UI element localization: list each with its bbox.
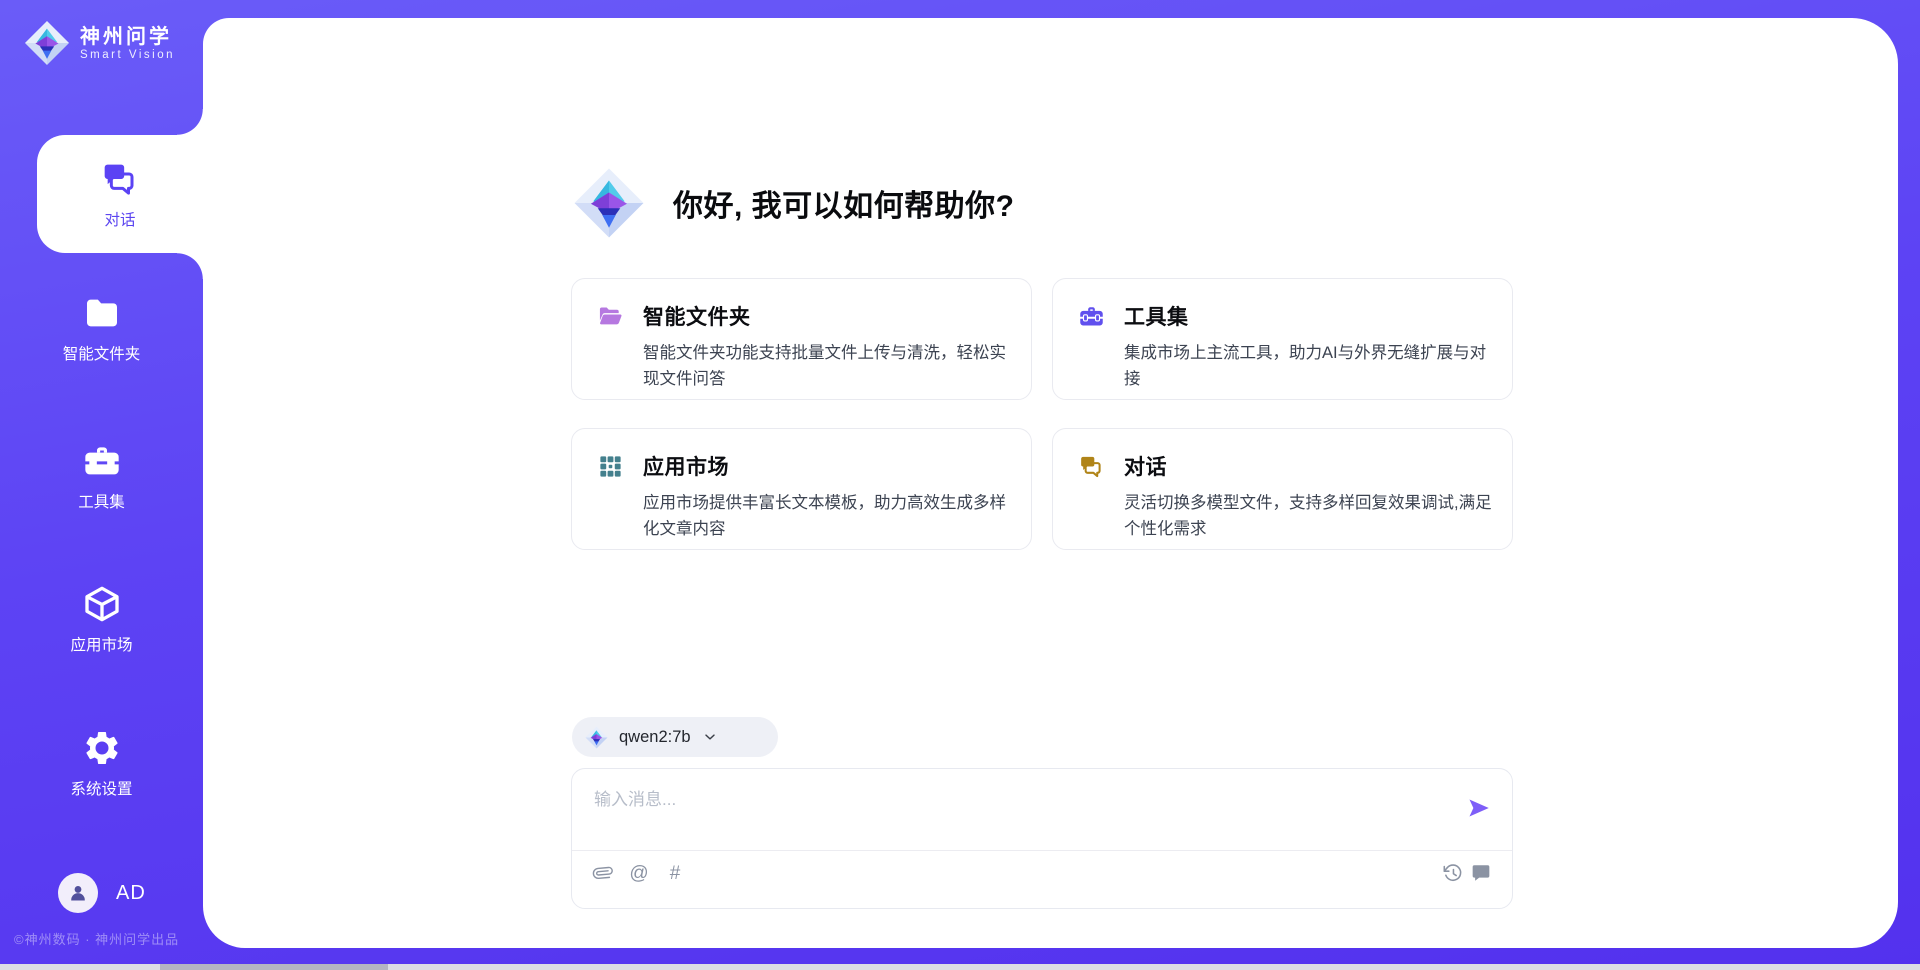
history-icon[interactable] (1442, 862, 1464, 884)
brand-name: 神州问学 (80, 26, 175, 49)
brand-logo-diamond-icon (24, 20, 70, 66)
chat-icon (1078, 453, 1105, 480)
card-chat[interactable]: 对话 灵活切换多模型文件，支持多样回复效果调试,满足个性化需求 (1052, 428, 1513, 550)
content-panel: 你好, 我可以如何帮助你? 智能文件夹 智能文件夹功能支持批量文件上传与清洗，轻… (203, 18, 1898, 948)
card-app-market[interactable]: 应用市场 应用市场提供丰富长文本模板，助力高效生成多样化文章内容 (571, 428, 1032, 550)
feature-cards: 智能文件夹 智能文件夹功能支持批量文件上传与清洗，轻松实现文件问答 工具集 集成… (571, 278, 1513, 550)
card-description: 应用市场提供丰富长文本模板，助力高效生成多样化文章内容 (643, 490, 1011, 542)
sidebar-item-label: 智能文件夹 (63, 342, 141, 364)
sidebar-item-label: 系统设置 (70, 777, 132, 799)
greeting-logo-diamond-icon (573, 166, 645, 240)
folder-icon (82, 293, 122, 333)
card-title: 工具集 (1124, 301, 1492, 331)
card-title: 智能文件夹 (643, 301, 1011, 331)
card-title: 对话 (1124, 451, 1492, 481)
sidebar-item-settings[interactable]: 系统设置 (0, 728, 203, 799)
model-name: qwen2:7b (619, 728, 691, 747)
sidebar-item-smart-folder[interactable]: 智能文件夹 (0, 293, 203, 364)
avatar (58, 873, 98, 913)
hashtag-icon[interactable]: # (664, 862, 686, 884)
card-description: 集成市场上主流工具，助力AI与外界无缝扩展与对接 (1124, 340, 1492, 392)
person-icon (67, 882, 89, 904)
card-description: 智能文件夹功能支持批量文件上传与清洗，轻松实现文件问答 (643, 340, 1011, 392)
composer-toolbar: @ # (592, 862, 1492, 884)
cube-icon (82, 584, 122, 624)
copyright-footer: ©神州数码 · 神州问学出品 (14, 929, 179, 948)
card-description: 灵活切换多模型文件，支持多样回复效果调试,满足个性化需求 (1124, 490, 1492, 542)
message-square-icon[interactable] (1470, 862, 1492, 884)
greeting-row: 你好, 我可以如何帮助你? (573, 166, 1015, 240)
sidebar-item-app-market[interactable]: 应用市场 (0, 584, 203, 655)
user-account[interactable]: AD (58, 873, 146, 913)
message-composer: @ # (571, 768, 1513, 909)
sidebar: 神州问学 Smart Vision 对话 智能文件夹 工具集 应用市场 系统设置… (0, 0, 203, 970)
composer-divider (572, 850, 1512, 851)
toolbox-icon (82, 441, 122, 481)
gear-icon (82, 728, 122, 768)
sidebar-item-label: 应用市场 (70, 633, 132, 655)
card-smart-folder[interactable]: 智能文件夹 智能文件夹功能支持批量文件上传与清洗，轻松实现文件问答 (571, 278, 1032, 400)
chevron-down-icon (702, 729, 718, 745)
mention-icon[interactable]: @ (628, 862, 650, 884)
send-icon[interactable] (1466, 795, 1492, 821)
app-brand: 神州问学 Smart Vision (24, 20, 175, 66)
brand-tagline: Smart Vision (80, 49, 175, 61)
horizontal-scrollbar-thumb[interactable] (160, 964, 388, 970)
greeting-text: 你好, 我可以如何帮助你? (673, 181, 1015, 225)
sidebar-item-label: 对话 (104, 208, 135, 230)
apps-grid-icon (597, 453, 624, 480)
sidebar-item-chat[interactable]: 对话 (37, 135, 203, 253)
paperclip-icon[interactable] (592, 862, 614, 884)
folder-open-icon (597, 303, 624, 330)
card-toolset[interactable]: 工具集 集成市场上主流工具，助力AI与外界无缝扩展与对接 (1052, 278, 1513, 400)
toolbox-icon (1078, 303, 1105, 330)
model-selector[interactable]: qwen2:7b (572, 717, 778, 757)
tab-curve-top (177, 109, 203, 135)
sidebar-item-label: 工具集 (78, 490, 125, 512)
tab-curve-bottom (177, 253, 203, 279)
card-title: 应用市场 (643, 451, 1011, 481)
message-input[interactable] (594, 785, 1454, 841)
model-logo-diamond-icon (585, 726, 608, 749)
user-name: AD (116, 882, 146, 905)
chat-icon (100, 159, 140, 199)
sidebar-item-toolset[interactable]: 工具集 (0, 441, 203, 512)
